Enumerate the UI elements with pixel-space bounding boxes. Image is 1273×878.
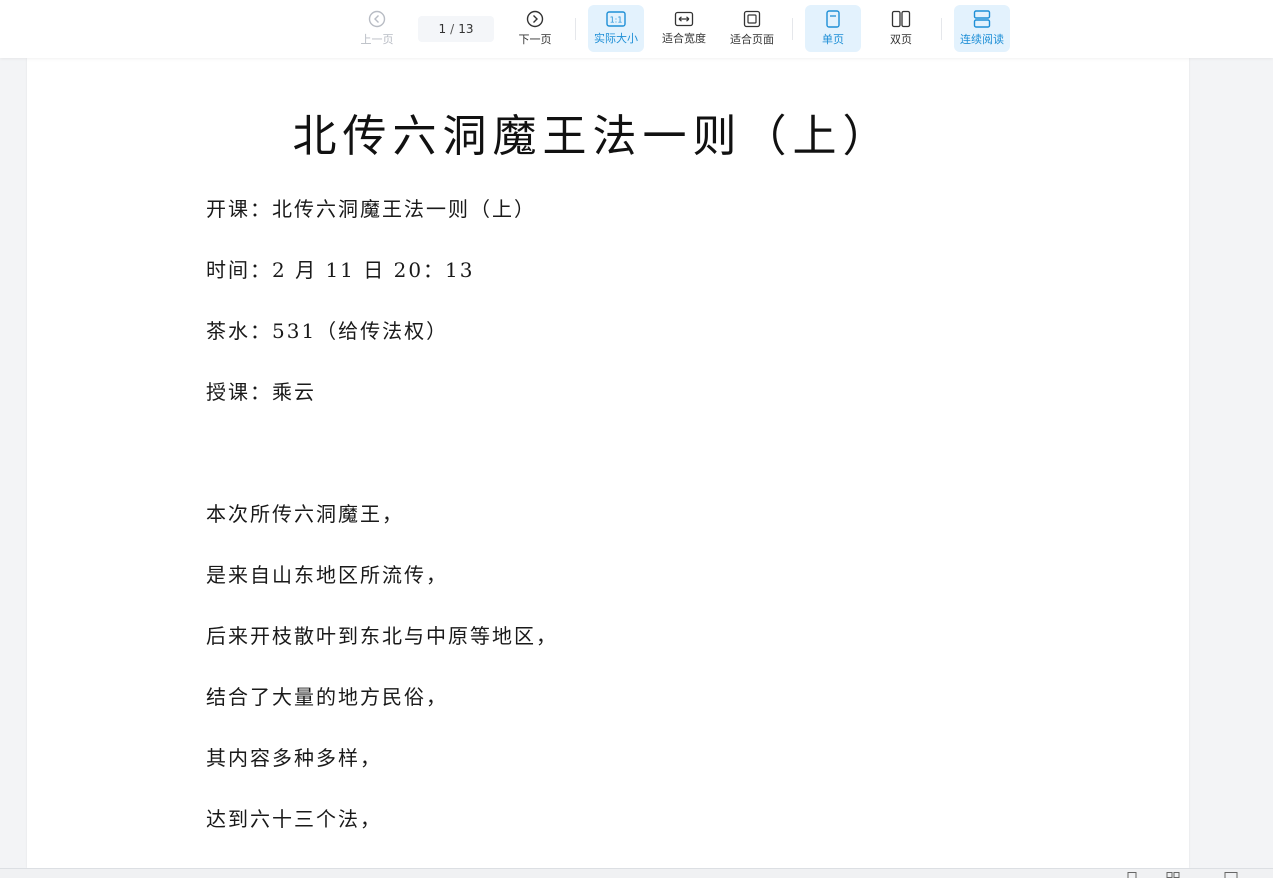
- double-page-button[interactable]: 双页: [873, 5, 929, 52]
- prev-page-button[interactable]: 上一页: [352, 5, 402, 52]
- fullscreen-icon[interactable]: [1224, 872, 1238, 878]
- actual-size-icon: 1:1: [606, 11, 626, 27]
- single-page-view-icon[interactable]: [1126, 872, 1138, 878]
- document-title: 北传六洞魔王法一则（上）: [27, 100, 1158, 164]
- document-line: 结合了大量的地方民俗，: [206, 681, 448, 710]
- fit-page-label: 适合页面: [730, 31, 774, 47]
- grid-view-icon[interactable]: [1166, 872, 1180, 878]
- document-line: 茶水：531（给传法权）: [206, 315, 448, 344]
- fit-page-icon: [743, 10, 761, 28]
- toolbar-divider: [575, 18, 576, 40]
- toolbar-divider: [941, 18, 942, 40]
- single-page-icon: [825, 10, 841, 28]
- document-line: 其内容多种多样，: [206, 742, 382, 771]
- page-indicator[interactable]: 1 / 13: [418, 16, 494, 42]
- chevron-right-circle-icon: [526, 10, 544, 28]
- page-separator: /: [450, 22, 454, 36]
- continuous-reading-button[interactable]: 连续阅读: [954, 5, 1010, 52]
- document-line: 后来开枝散叶到东北与中原等地区，: [206, 620, 558, 649]
- fit-width-button[interactable]: 适合宽度: [656, 5, 712, 52]
- viewer-toolbar: 上一页 1 / 13 下一页 1:1 实际大小 适合宽度 适合页面: [0, 0, 1273, 58]
- single-page-button[interactable]: 单页: [805, 5, 861, 52]
- next-page-label: 下一页: [519, 31, 552, 47]
- document-line: 达到六十三个法，: [206, 803, 382, 832]
- single-page-label: 单页: [822, 31, 844, 47]
- continuous-reading-label: 连续阅读: [960, 31, 1004, 47]
- prev-page-label: 上一页: [361, 31, 394, 47]
- continuous-reading-icon: [973, 10, 991, 28]
- document-line: 开课：北传六洞魔王法一则（上）: [206, 193, 536, 222]
- fit-width-label: 适合宽度: [662, 30, 706, 46]
- document-page: 北传六洞魔王法一则（上） 开课：北传六洞魔王法一则（上） 时间：2 月 11 日…: [27, 58, 1189, 868]
- double-page-label: 双页: [890, 31, 912, 47]
- toolbar-divider: [792, 18, 793, 40]
- total-pages: 13: [458, 22, 473, 36]
- fit-width-icon: [674, 11, 694, 27]
- document-line: 时间：2 月 11 日 20：13: [206, 254, 475, 283]
- fit-page-button[interactable]: 适合页面: [724, 5, 780, 52]
- document-line: 本次所传六洞魔王，: [206, 498, 404, 527]
- double-page-icon: [891, 10, 911, 28]
- document-line: 授课：乘云: [206, 376, 316, 405]
- actual-size-label: 实际大小: [594, 30, 638, 46]
- current-page-number[interactable]: 1: [439, 22, 447, 36]
- document-viewer[interactable]: 北传六洞魔王法一则（上） 开课：北传六洞魔王法一则（上） 时间：2 月 11 日…: [0, 58, 1273, 868]
- chevron-left-circle-icon: [368, 10, 386, 28]
- actual-size-glyph: 1:1: [610, 16, 623, 25]
- next-page-button[interactable]: 下一页: [510, 5, 560, 52]
- document-line: 是来自山东地区所流传，: [206, 559, 448, 588]
- actual-size-button[interactable]: 1:1 实际大小: [588, 5, 644, 52]
